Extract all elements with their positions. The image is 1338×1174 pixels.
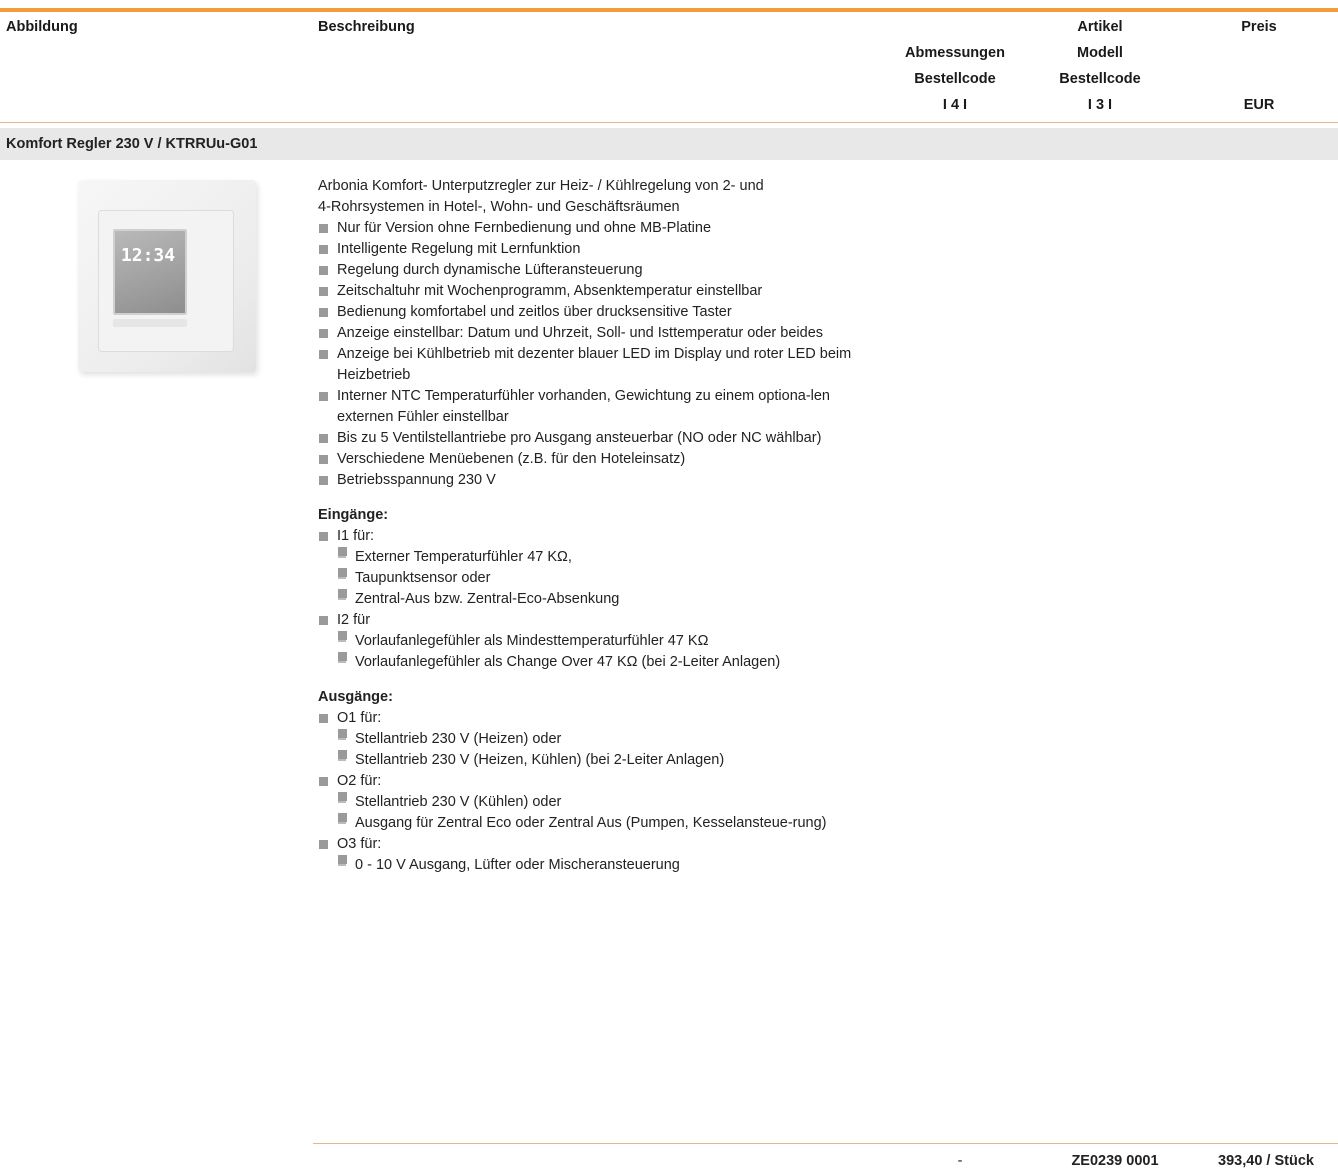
header-artikel-line: Modell: [1077, 45, 1123, 61]
output-group: O3 für: 0 - 10 V Ausgang, Lüfter oder Mi…: [318, 834, 878, 876]
output-sub-item: Ausgang für Zentral Eco oder Zentral Aus…: [336, 813, 878, 834]
header-abmessungen-line: I 4 I: [942, 97, 968, 113]
header-beschreibung: Beschreibung: [318, 19, 415, 35]
footer-preis: 393,40 / Stück: [1218, 1153, 1314, 1169]
header-divider: [0, 122, 1338, 123]
header-artikel: Artikel Modell Bestellcode I 3 I: [1030, 14, 1170, 118]
feature-item: Regelung durch dynamische Lüfteransteuer…: [318, 260, 878, 281]
section-title-bar: Komfort Regler 230 V / KTRRUu-G01: [0, 128, 1338, 160]
intro-line: 4-Rohrsystemen in Hotel-, Wohn- und Gesc…: [318, 199, 680, 215]
feature-item: Anzeige einstellbar: Datum und Uhrzeit, …: [318, 323, 878, 344]
intro-line: Arbonia Komfort- Unterputzregler zur Hei…: [318, 178, 764, 194]
header-preis: Preis: [1241, 19, 1277, 35]
output-label: O1 für:: [337, 710, 382, 726]
output-label: O2 für:: [337, 773, 382, 789]
input-sub-item: Taupunktsensor oder: [336, 568, 878, 589]
output-group: O2 für: Stellantrieb 230 V (Kühlen) oder…: [318, 771, 878, 834]
thermostat-frame: 12:34: [98, 210, 234, 352]
input-sub-list: Vorlaufanlegefühler als Mindesttemperatu…: [318, 631, 878, 673]
input-group: I1 für: Externer Temperaturfühler 47 KΩ,…: [318, 526, 878, 610]
header-currency: EUR: [1243, 97, 1275, 113]
feature-item: Bedienung komfortabel und zeitlos über d…: [318, 302, 878, 323]
input-label: I2 für: [337, 612, 371, 628]
output-group: O1 für: Stellantrieb 230 V (Heizen) oder…: [318, 708, 878, 771]
feature-item: Bis zu 5 Ventilstellantriebe pro Ausgang…: [318, 428, 878, 449]
input-sub-item: Vorlaufanlegefühler als Change Over 47 K…: [336, 652, 878, 673]
output-sub-list: Stellantrieb 230 V (Heizen) oder Stellan…: [318, 729, 878, 771]
input-group: I2 für Vorlaufanlegefühler als Mindestte…: [318, 610, 878, 673]
inputs-heading: Eingänge:: [318, 507, 389, 523]
input-sub-item: Vorlaufanlegefühler als Mindesttemperatu…: [336, 631, 878, 652]
thermostat-display: [113, 229, 187, 315]
output-sub-item: Stellantrieb 230 V (Heizen, Kühlen) (bei…: [336, 750, 878, 771]
input-label: I1 für:: [337, 528, 375, 544]
outputs-heading: Ausgänge:: [318, 689, 393, 705]
feature-item: Verschiedene Menüebenen (z.B. für den Ho…: [318, 449, 878, 470]
inputs-list: I1 für: Externer Temperaturfühler 47 KΩ,…: [318, 526, 878, 673]
header-abmessungen-line: Bestellcode: [914, 71, 996, 87]
header-abmessungen-line: Abmessungen: [905, 45, 1005, 61]
header-abmessungen: Abmessungen Bestellcode I 4 I: [880, 40, 1030, 118]
footer-bestellcode: ZE0239 0001: [1071, 1153, 1159, 1169]
output-sub-list: 0 - 10 V Ausgang, Lüfter oder Mischerans…: [318, 855, 878, 876]
output-sub-item: Stellantrieb 230 V (Heizen) oder: [336, 729, 878, 750]
header-abbildung: Abbildung: [6, 19, 78, 35]
feature-list: Nur für Version ohne Fernbedienung und o…: [318, 218, 878, 491]
feature-item: Nur für Version ohne Fernbedienung und o…: [318, 218, 878, 239]
output-sub-list: Stellantrieb 230 V (Kühlen) oder Ausgang…: [318, 792, 878, 834]
output-sub-item: Stellantrieb 230 V (Kühlen) oder: [336, 792, 878, 813]
header-artikel-line: I 3 I: [1087, 97, 1113, 113]
feature-item: Anzeige bei Kühlbetrieb mit dezenter bla…: [318, 344, 878, 386]
section-title: Komfort Regler 230 V / KTRRUu-G01: [6, 136, 258, 152]
product-description: Arbonia Komfort- Unterputzregler zur Hei…: [318, 176, 878, 876]
footer-divider: [313, 1143, 1338, 1144]
thermostat-time: 12:34: [120, 245, 176, 266]
input-sub-item: Zentral-Aus bzw. Zentral-Eco-Absenkung: [336, 589, 878, 610]
output-label: O3 für:: [337, 836, 382, 852]
product-image: 12:34: [78, 180, 256, 372]
input-sub-item: Externer Temperaturfühler 47 KΩ,: [336, 547, 878, 568]
thermostat-buttons: [113, 319, 187, 327]
footer-abmessungen: -: [957, 1153, 963, 1169]
feature-item: Zeitschaltuhr mit Wochenprogramm, Absenk…: [318, 281, 878, 302]
feature-item: Interner NTC Temperaturfühler vorhanden,…: [318, 386, 878, 428]
header-artikel-line: Bestellcode: [1059, 71, 1141, 87]
header-artikel-line: Artikel: [1077, 19, 1123, 35]
output-sub-item: 0 - 10 V Ausgang, Lüfter oder Mischerans…: [336, 855, 878, 876]
feature-item: Betriebsspannung 230 V: [318, 470, 878, 491]
feature-item: Intelligente Regelung mit Lernfunktion: [318, 239, 878, 260]
outputs-list: O1 für: Stellantrieb 230 V (Heizen) oder…: [318, 708, 878, 876]
top-accent-bar: [0, 8, 1338, 12]
input-sub-list: Externer Temperaturfühler 47 KΩ, Taupunk…: [318, 547, 878, 610]
